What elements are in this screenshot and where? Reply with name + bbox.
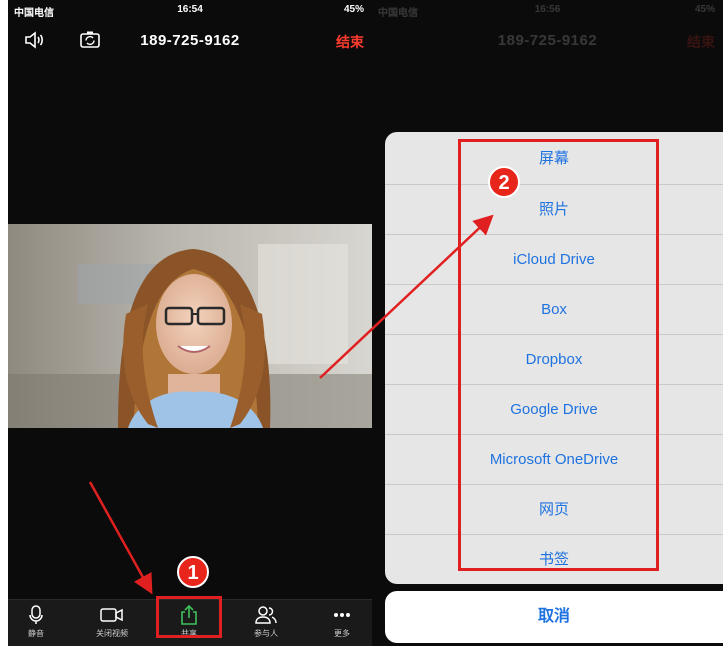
annotation-arrows [88,214,494,595]
arrow-to-share-sheet [319,214,494,379]
step-2-badge: 2 [488,166,520,198]
step-1-badge: 1 [177,556,209,588]
arrow-to-share-button [88,481,153,595]
